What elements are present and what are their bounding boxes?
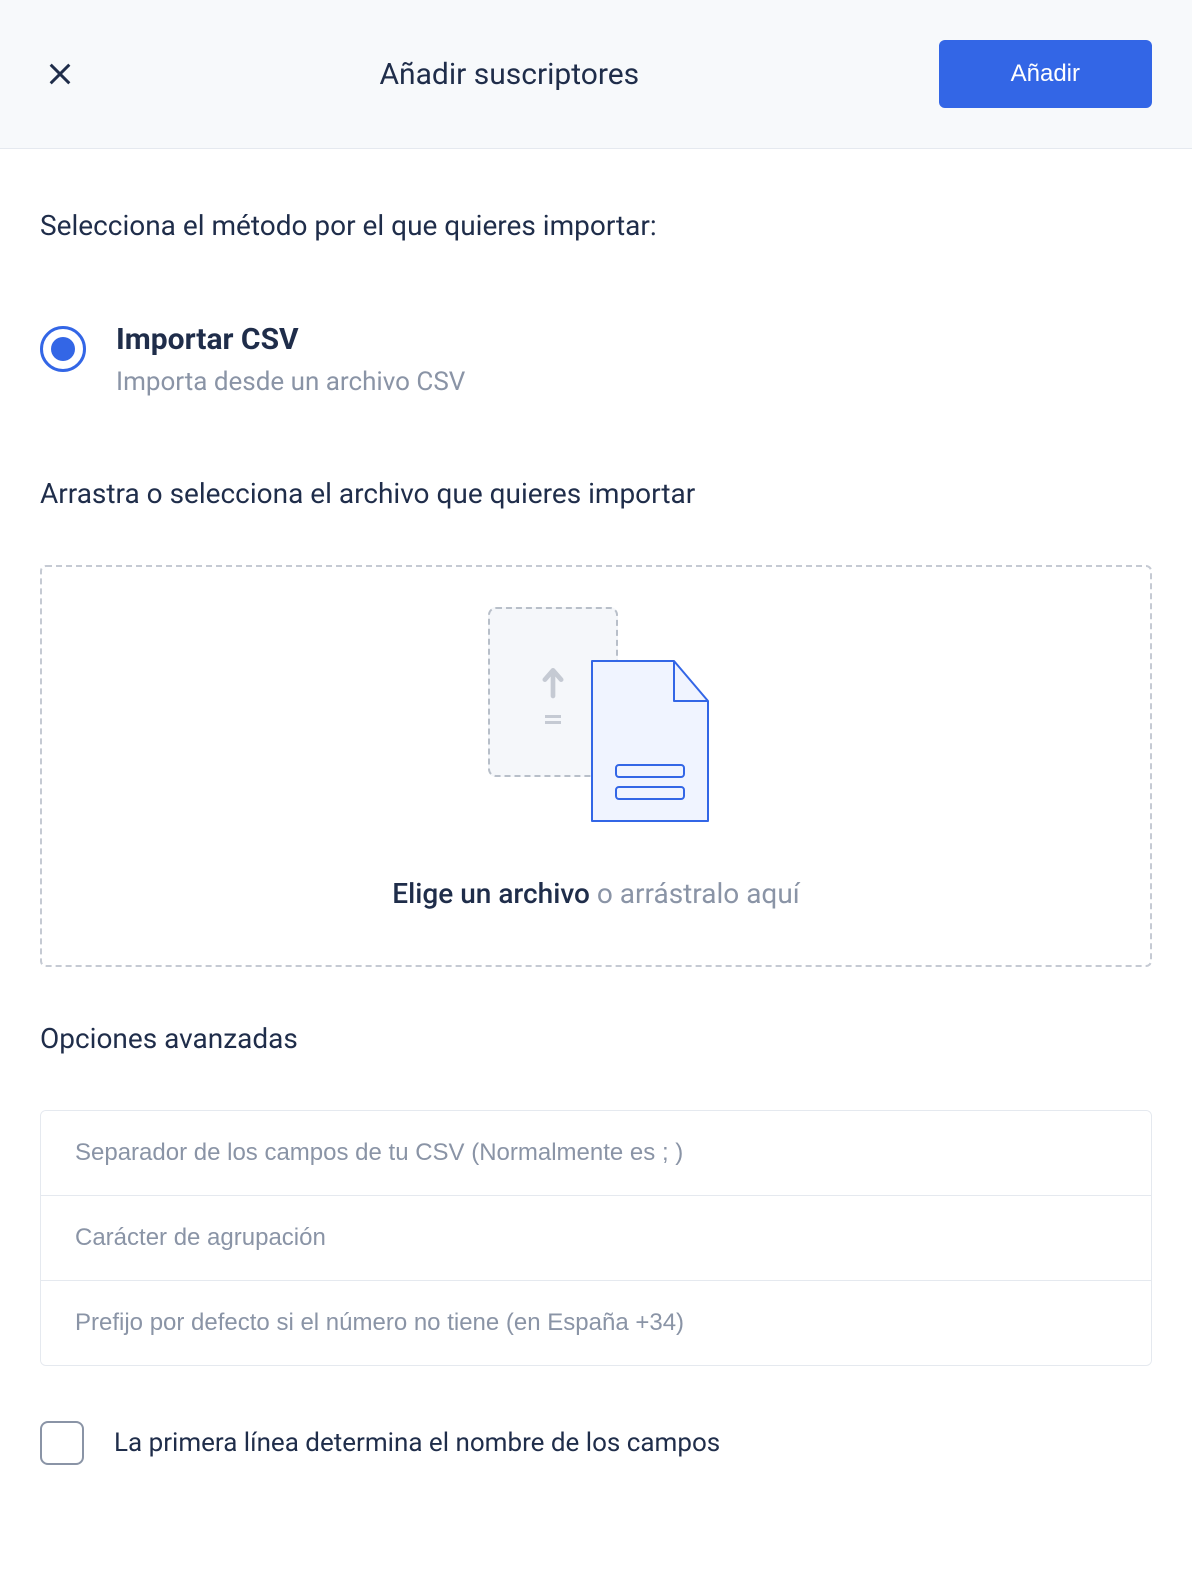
modal-content: Selecciona el método por el que quieres …	[0, 149, 1192, 1505]
separator-input[interactable]	[41, 1111, 1151, 1196]
choose-file-text: Elige un archivo	[392, 877, 590, 910]
modal-title: Añadir suscriptores	[379, 57, 639, 92]
prefix-input[interactable]	[41, 1281, 1151, 1365]
radio-dot-icon	[51, 337, 75, 361]
grouping-char-input[interactable]	[41, 1196, 1151, 1281]
upload-label: Arrastra o selecciona el archivo que qui…	[40, 477, 1152, 510]
dropzone-text: Elige un archivo o arrástralo aquí	[62, 877, 1130, 910]
document-file-icon	[586, 655, 714, 827]
import-method-option[interactable]: Importar CSV Importa desde un archivo CS…	[40, 322, 1152, 397]
import-csv-description: Importa desde un archivo CSV	[116, 367, 465, 397]
first-line-checkbox-label: La primera línea determina el nombre de …	[114, 1428, 720, 1458]
modal-header: Añadir suscriptores Añadir	[0, 0, 1192, 149]
file-dropzone[interactable]: Elige un archivo o arrástralo aquí	[40, 565, 1152, 967]
advanced-options-label: Opciones avanzadas	[40, 1022, 1152, 1055]
first-line-checkbox-row: La primera línea determina el nombre de …	[40, 1411, 1152, 1465]
advanced-input-group	[40, 1110, 1152, 1366]
or-drag-text: o arrástralo aquí	[590, 877, 800, 910]
method-label: Selecciona el método por el que quieres …	[40, 209, 1152, 242]
import-method-text: Importar CSV Importa desde un archivo CS…	[116, 322, 465, 397]
add-button[interactable]: Añadir	[939, 40, 1152, 108]
first-line-checkbox[interactable]	[40, 1421, 84, 1465]
import-csv-title: Importar CSV	[116, 322, 465, 357]
radio-selected[interactable]	[40, 326, 86, 372]
close-button[interactable]	[40, 54, 80, 94]
close-icon	[46, 60, 74, 88]
dropzone-illustration	[476, 607, 716, 827]
